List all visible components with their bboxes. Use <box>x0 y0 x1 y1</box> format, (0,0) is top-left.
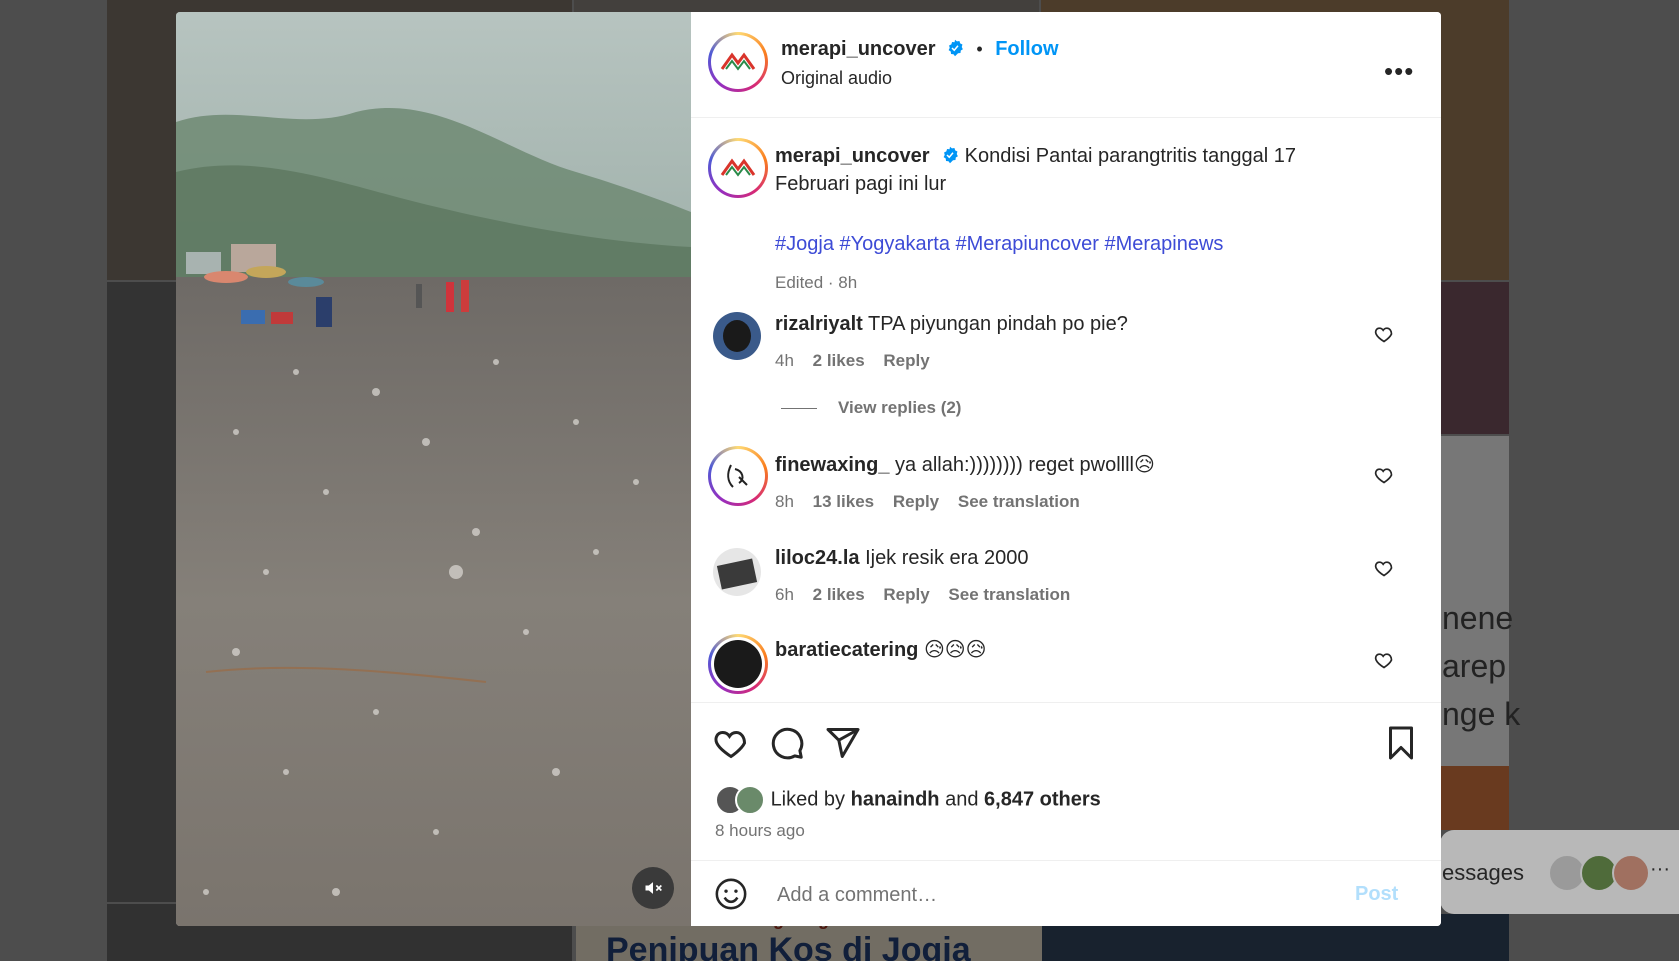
comment-time: 4h <box>775 351 794 370</box>
comment-body: TPA piyungan pindah po pie? <box>868 313 1128 335</box>
comment-meta: 8h 13 likes Reply See translation <box>775 492 1080 512</box>
caption-edited-time: Edited · 8h <box>775 273 858 292</box>
post-timestamp[interactable]: 8 hours ago <box>715 821 805 841</box>
comment-text: baratiecatering 😥😥😥 <box>775 636 987 664</box>
post-details-panel: merapi_uncover • Follow Original audio •… <box>691 12 1441 926</box>
add-comment-bar: Post <box>691 860 1441 926</box>
liked-by-user[interactable]: hanaindh <box>851 788 940 810</box>
reply-divider <box>781 408 817 409</box>
commenter-avatar[interactable] <box>713 548 761 596</box>
comment-username[interactable]: rizalriyalt <box>775 313 863 335</box>
comments-list[interactable]: merapi_uncover Kondisi Pantai parangtrit… <box>691 118 1441 702</box>
comment-body: ya allah:)))))))) reget pwollll😥 <box>895 454 1155 476</box>
emoji-icon[interactable] <box>714 877 748 911</box>
comment-likes[interactable]: 2 likes <box>813 351 865 370</box>
post-actions: Liked by hanaindh and 6,847 others 8 hou… <box>691 702 1441 863</box>
commenter-avatar[interactable] <box>713 312 761 360</box>
caption-text: merapi_uncover Kondisi Pantai parangtrit… <box>775 142 1395 198</box>
save-bookmark-icon[interactable] <box>1383 725 1419 761</box>
more-icon[interactable]: ··· <box>1650 858 1670 881</box>
comment-meta: 4h 2 likes Reply <box>775 351 930 371</box>
see-translation-button[interactable]: See translation <box>958 492 1080 511</box>
author-username[interactable]: merapi_uncover <box>781 38 936 60</box>
liked-by-and: and <box>945 788 979 811</box>
comment-likes[interactable]: 2 likes <box>813 585 865 604</box>
caption-username[interactable]: merapi_uncover <box>775 145 930 167</box>
comment-time: 8h <box>775 492 794 511</box>
author-avatar[interactable] <box>708 32 768 92</box>
comment-text: finewaxing_ ya allah:)))))))) reget pwol… <box>775 451 1155 479</box>
commenter-avatar[interactable] <box>708 446 768 506</box>
more-options-icon[interactable]: ••• <box>1384 58 1414 84</box>
comment-input[interactable] <box>775 877 1319 913</box>
liked-by-others[interactable]: 6,847 others <box>984 788 1101 810</box>
avatar <box>1612 854 1650 892</box>
reply-button[interactable]: Reply <box>893 492 939 511</box>
comment-username[interactable]: liloc24.la <box>775 547 860 569</box>
verified-badge-icon <box>943 146 958 164</box>
comment-username[interactable]: finewaxing_ <box>775 454 889 476</box>
liker-avatar <box>735 785 765 815</box>
post-video[interactable] <box>176 12 691 926</box>
share-send-icon[interactable] <box>825 725 861 761</box>
comment-username[interactable]: baratiecatering <box>775 639 918 661</box>
muted-speaker-icon <box>645 882 662 894</box>
commenter-avatar[interactable] <box>708 634 768 694</box>
comment-text: liloc24.la Ijek resik era 2000 <box>775 544 1028 572</box>
messages-label: essages <box>1442 860 1524 885</box>
comment-text: rizalriyalt TPA piyungan pindah po pie? <box>775 310 1128 338</box>
messages-bar[interactable]: essages ··· <box>1440 830 1679 914</box>
post-comment-button[interactable]: Post <box>1355 883 1398 906</box>
caption-line2: Februari pagi ini lur <box>775 173 947 195</box>
verified-badge-icon <box>948 39 963 57</box>
view-replies-button[interactable]: View replies (2) <box>838 398 961 418</box>
likes-summary[interactable]: Liked by hanaindh and 6,847 others <box>715 785 1101 815</box>
comment-meta: 6h 2 likes Reply See translation <box>775 585 1070 605</box>
comment-likes[interactable]: 13 likes <box>813 492 874 511</box>
post-header: merapi_uncover • Follow Original audio •… <box>691 12 1441 118</box>
like-comment-heart-icon[interactable] <box>1374 324 1394 344</box>
reply-button[interactable]: Reply <box>883 585 929 604</box>
reply-button[interactable]: Reply <box>883 351 929 370</box>
like-comment-heart-icon[interactable] <box>1374 650 1394 670</box>
comment-body: Ijek resik era 2000 <box>865 547 1029 569</box>
mute-button[interactable] <box>632 867 674 909</box>
like-comment-heart-icon[interactable] <box>1374 558 1394 578</box>
merapi-logo-icon <box>720 158 756 177</box>
separator-dot: • <box>976 39 983 59</box>
comment-time: 6h <box>775 585 794 604</box>
caption-line1: Kondisi Pantai parangtritis tanggal 17 <box>964 145 1296 167</box>
post-modal: merapi_uncover • Follow Original audio •… <box>176 12 1441 926</box>
like-heart-icon[interactable] <box>713 725 749 761</box>
comment-body: 😥😥😥 <box>923 639 987 661</box>
like-comment-heart-icon[interactable] <box>1374 465 1394 485</box>
see-translation-button[interactable]: See translation <box>948 585 1070 604</box>
caption-author-avatar[interactable] <box>708 138 768 198</box>
follow-button[interactable]: Follow <box>995 38 1058 60</box>
caption-hashtags[interactable]: #Jogja #Yogyakarta #Merapiuncover #Merap… <box>775 233 1223 256</box>
merapi-logo-icon <box>720 52 756 71</box>
comment-bubble-icon[interactable] <box>769 725 805 761</box>
finewaxing-logo-icon <box>727 464 748 488</box>
beach-video-frame <box>176 12 691 926</box>
audio-label[interactable]: Original audio <box>781 68 892 89</box>
liked-by-prefix: Liked by <box>770 788 846 811</box>
header-user-row: merapi_uncover • Follow <box>781 38 1059 61</box>
